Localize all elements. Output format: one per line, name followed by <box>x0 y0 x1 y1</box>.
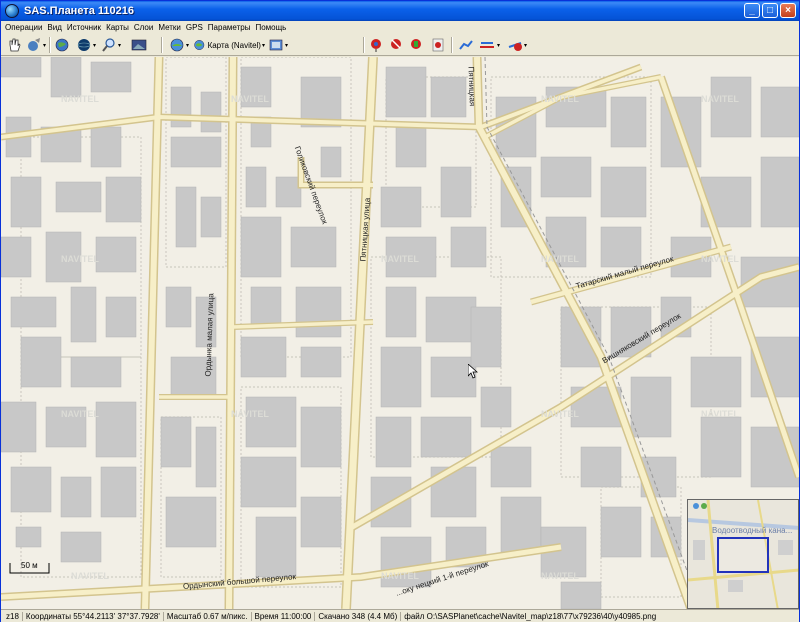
svg-text:NAVITEL: NAVITEL <box>701 94 739 104</box>
map-type-selector[interactable]: Карта (Navitel) ▾ <box>193 36 265 54</box>
svg-text:NAVITEL: NAVITEL <box>61 409 99 419</box>
scale-label: 50 м <box>21 561 38 570</box>
svg-text:NAVITEL: NAVITEL <box>61 254 99 264</box>
svg-text:NAVITEL: NAVITEL <box>701 409 739 419</box>
scale-bar: 50 м <box>9 561 51 575</box>
svg-text:NAVITEL: NAVITEL <box>541 94 579 104</box>
svg-text:NAVITEL: NAVITEL <box>71 571 109 581</box>
map-export-icon[interactable]: ▾ <box>267 36 289 54</box>
maximize-button[interactable]: □ <box>762 3 778 18</box>
sphere-icon[interactable]: ▾ <box>75 36 97 54</box>
close-button[interactable]: × <box>780 3 796 18</box>
map-type-globe-icon <box>194 40 205 50</box>
menu-help[interactable]: Помощь <box>255 23 286 32</box>
window-title: SAS.Планета 110216 <box>24 5 134 17</box>
menu-layers[interactable]: Слои <box>134 23 153 32</box>
status-scale: Масштаб 0.67 м/пикс. <box>164 611 252 621</box>
svg-text:NAVITEL: NAVITEL <box>231 94 269 104</box>
street-label-top: Пятницкая <box>466 66 477 107</box>
status-coords: Координаты 55°44.2113' 37°37.7928' <box>23 611 164 621</box>
map-type-label: Карта (Navitel) <box>207 40 261 50</box>
app-window: SAS.Планета 110216 _ □ × Операции Вид Ис… <box>0 0 800 622</box>
status-zoom: z18 <box>3 611 23 621</box>
hand-icon[interactable] <box>5 36 23 54</box>
map-canvas: NAVITEL NAVITEL NAVITEL NAVITEL NAVITEL NAVI… <box>1 57 799 609</box>
gps-delete-icon[interactable]: ▾ <box>505 36 529 54</box>
gps-route-icon[interactable]: ▾ <box>477 36 501 54</box>
menu-maps[interactable]: Карты <box>106 23 129 32</box>
window-controls: _ □ × <box>744 3 796 18</box>
menu-settings[interactable]: Параметры <box>208 23 251 32</box>
layers-globe-icon[interactable]: ▾ <box>167 36 191 54</box>
title-bar[interactable]: SAS.Планета 110216 _ □ × <box>1 1 799 21</box>
mark-add-icon[interactable] <box>367 36 385 54</box>
status-file: файл O:\SASPlanet\cache\Navitel_map\z18\… <box>404 611 657 621</box>
minimize-button[interactable]: _ <box>744 3 760 18</box>
svg-text:NAVITEL: NAVITEL <box>231 409 269 419</box>
menu-source[interactable]: Источник <box>67 23 101 32</box>
status-time: Время 11:00:00 <box>252 611 316 621</box>
svg-text:NAVITEL: NAVITEL <box>381 571 419 581</box>
menu-gps[interactable]: GPS <box>186 23 203 32</box>
menu-view[interactable]: Вид <box>47 23 61 32</box>
zoom-icon[interactable]: ▾ <box>99 36 123 54</box>
map-view[interactable]: NAVITEL NAVITEL NAVITEL NAVITEL NAVITEL NAVI… <box>1 57 799 609</box>
mouse-cursor-icon <box>468 364 478 379</box>
image-icon[interactable] <box>129 36 149 54</box>
minimap-viewport[interactable] <box>717 537 769 573</box>
mark-delete-icon[interactable] <box>387 36 405 54</box>
gps-track-icon[interactable] <box>457 36 475 54</box>
mark-info-icon[interactable] <box>429 36 447 54</box>
menu-marks[interactable]: Метки <box>158 23 181 32</box>
svg-text:NAVITEL: NAVITEL <box>701 254 739 264</box>
svg-text:NAVITEL: NAVITEL <box>381 254 419 264</box>
toolbar: ▾ ▾ ▾ ▾ Карта (Navitel) ▾ ▾ ▾ ▾ <box>1 34 799 56</box>
app-globe-icon <box>5 4 19 18</box>
satellite-icon[interactable]: ▾ <box>25 36 47 54</box>
svg-text:NAVITEL: NAVITEL <box>61 94 99 104</box>
svg-text:NAVITEL: NAVITEL <box>541 409 579 419</box>
status-downloaded: Скачано 348 (4.4 Мб) <box>315 611 402 621</box>
mark-edit-icon[interactable] <box>407 36 425 54</box>
minimap[interactable]: Водоотводный кана... <box>687 499 799 609</box>
svg-text:NAVITEL: NAVITEL <box>541 571 579 581</box>
globe-icon[interactable] <box>53 36 71 54</box>
status-bar: z18 Координаты 55°44.2113' 37°37.7928' М… <box>1 609 799 622</box>
menu-bar: Операции Вид Источник Карты Слои Метки G… <box>1 21 799 34</box>
minimap-label: Водоотводный кана... <box>712 526 793 535</box>
svg-text:NAVITEL: NAVITEL <box>541 254 579 264</box>
menu-operations[interactable]: Операции <box>5 23 42 32</box>
